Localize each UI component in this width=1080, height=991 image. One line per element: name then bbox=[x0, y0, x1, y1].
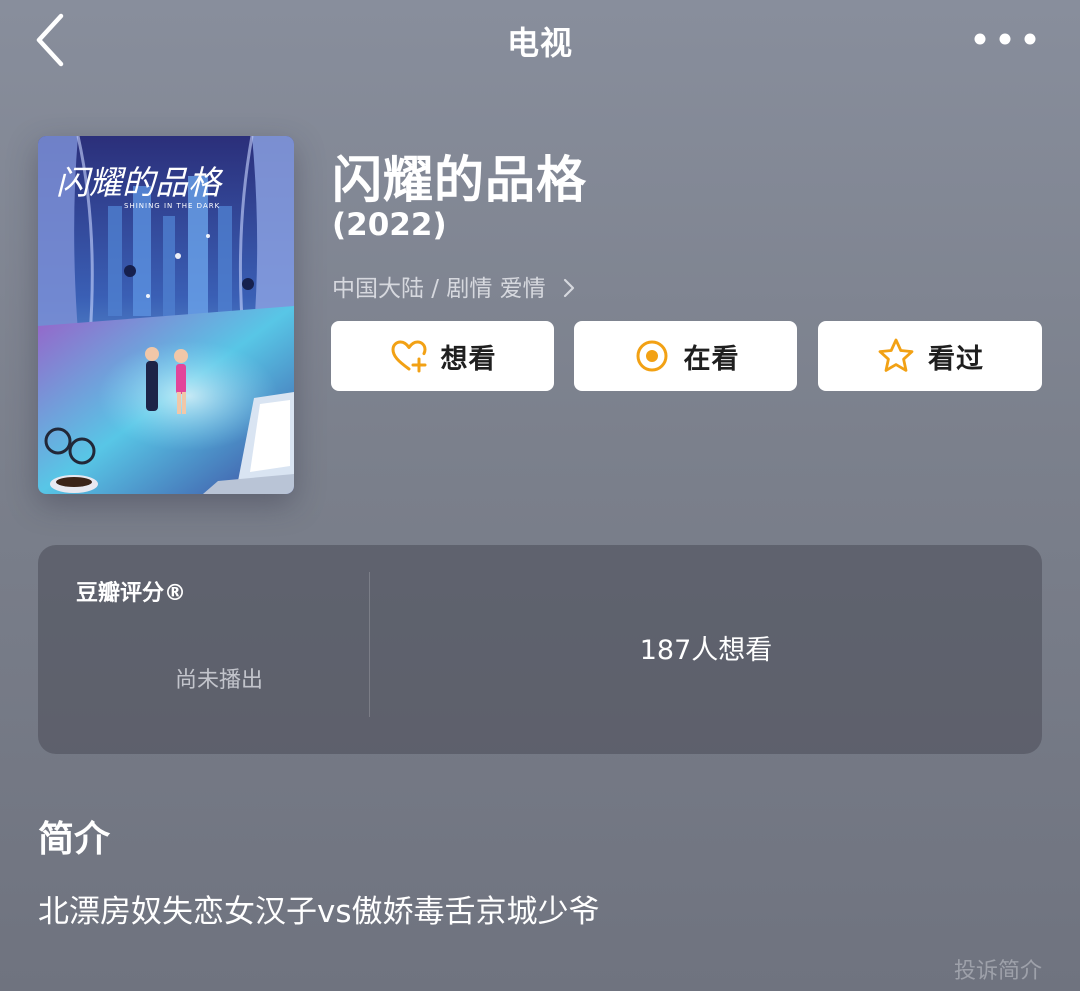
heart-plus-icon bbox=[389, 336, 429, 376]
done-button[interactable]: 看过 bbox=[818, 321, 1042, 391]
subject-meta-text: 中国大陆 / 剧情 爱情 bbox=[332, 276, 546, 302]
rating-status: 尚未播出 bbox=[175, 668, 264, 693]
report-intro-link[interactable]: 投诉简介 bbox=[954, 953, 1042, 985]
intro-heading: 简介 bbox=[38, 819, 111, 860]
done-label: 看过 bbox=[928, 343, 984, 375]
wish-label: 想看 bbox=[440, 343, 497, 375]
wish-button[interactable]: 想看 bbox=[331, 321, 554, 391]
doing-label: 在看 bbox=[683, 343, 740, 375]
subject-title: 闪耀的品格 bbox=[332, 151, 587, 209]
rating-label: 豆瓣评分® bbox=[76, 581, 187, 606]
star-icon bbox=[876, 336, 916, 376]
more-dots-icon bbox=[974, 33, 1036, 45]
subject-meta-link[interactable]: 中国大陆 / 剧情 爱情 bbox=[332, 269, 575, 304]
svg-text:SHINING IN THE DARK: SHINING IN THE DARK bbox=[124, 202, 220, 210]
more-button[interactable] bbox=[970, 22, 1040, 56]
chevron-right-icon bbox=[563, 278, 575, 304]
svg-text:闪耀的品格: 闪耀的品格 bbox=[56, 163, 224, 202]
doing-button[interactable]: 在看 bbox=[574, 321, 797, 391]
action-buttons: 想看 在看 看过 bbox=[331, 321, 1042, 391]
target-circle-icon bbox=[632, 336, 672, 376]
poster-image[interactable]: 闪耀的品格 SHINING IN THE DARK bbox=[38, 136, 294, 494]
subject-year: (2022) bbox=[332, 207, 447, 243]
intro-text: 北漂房奴失恋女汉子vs傲娇毒舌京城少爷 bbox=[38, 894, 600, 930]
wish-count: 187人想看 bbox=[639, 635, 773, 666]
rating-card[interactable]: 豆瓣评分® 尚未播出 187人想看 bbox=[38, 545, 1042, 754]
nav-bar: 电视 bbox=[0, 0, 1080, 80]
page-title: 电视 bbox=[506, 24, 573, 62]
